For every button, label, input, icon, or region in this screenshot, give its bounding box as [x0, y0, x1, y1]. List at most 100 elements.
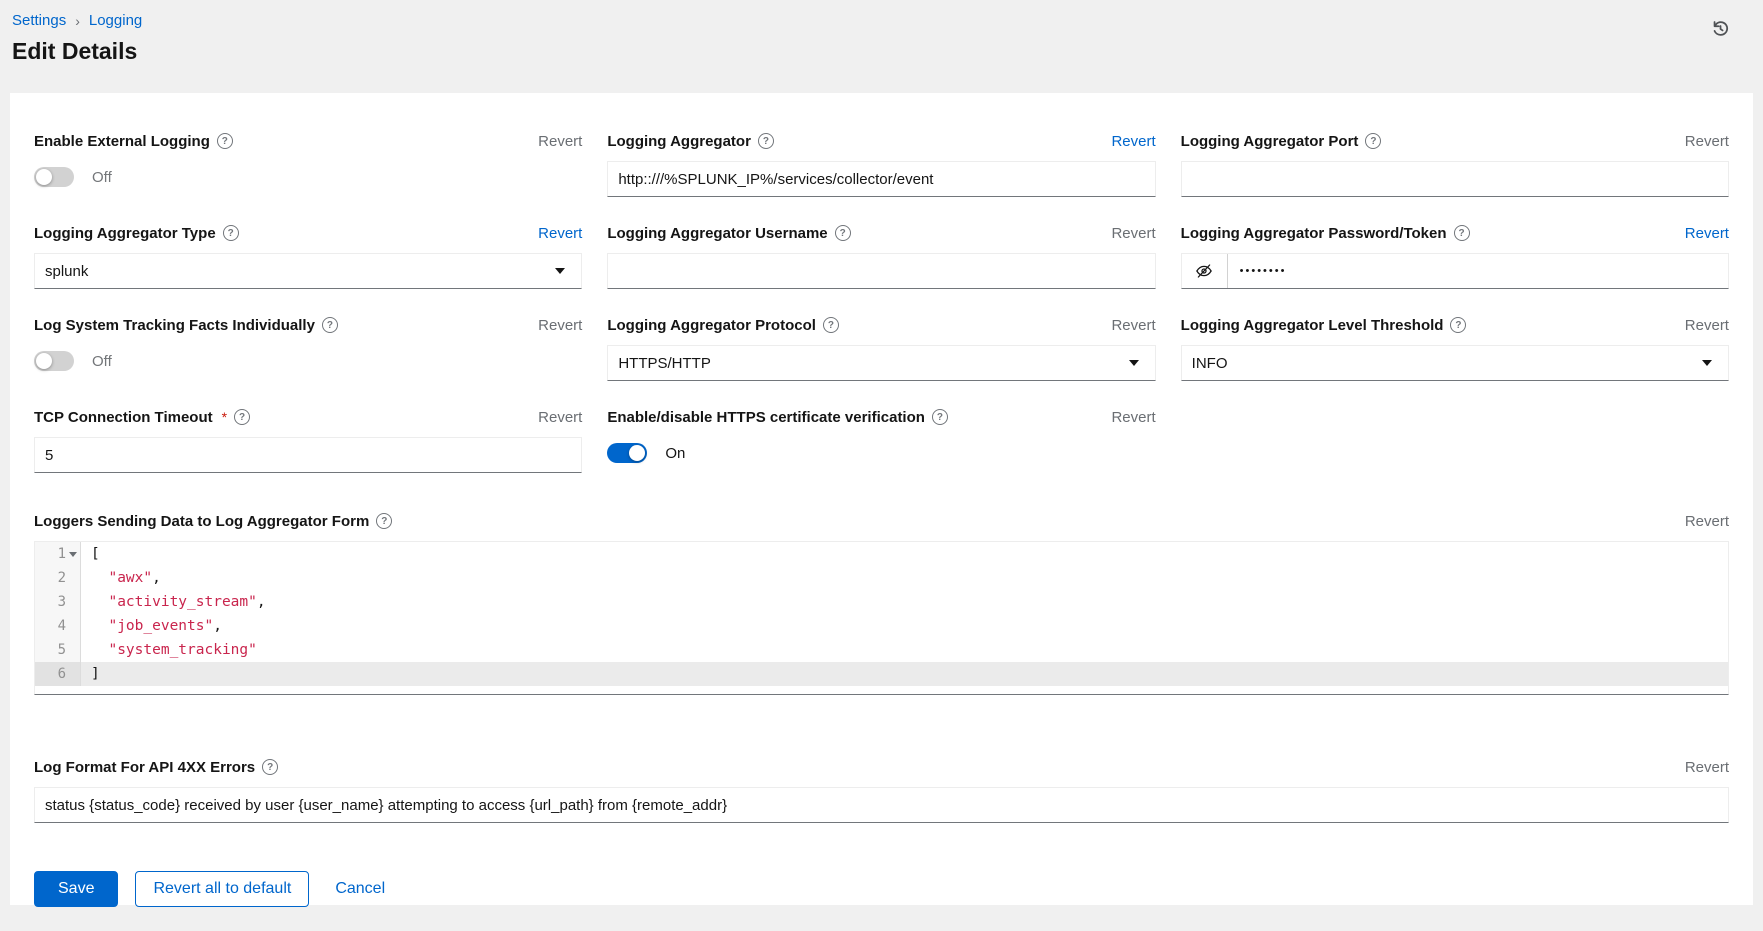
- revert-link[interactable]: Revert: [1685, 133, 1729, 150]
- help-icon[interactable]: [223, 225, 239, 241]
- field-log-format-api-4xx: Log Format For API 4XX Errors Revert: [34, 757, 1729, 823]
- toggle-state-label: On: [665, 445, 685, 462]
- toggle-state-label: Off: [92, 353, 112, 370]
- field-label: Logging Aggregator Level Threshold: [1181, 317, 1444, 334]
- toggle-state-label: Off: [92, 169, 112, 186]
- field-label: Logging Aggregator Protocol: [607, 317, 816, 334]
- revert-link[interactable]: Revert: [1685, 225, 1729, 242]
- breadcrumb-logging-link[interactable]: Logging: [89, 12, 142, 29]
- revert-link[interactable]: Revert: [1111, 409, 1155, 426]
- help-icon[interactable]: [376, 513, 392, 529]
- password-masked-value: ••••••••: [1228, 254, 1287, 288]
- field-label: Logging Aggregator Password/Token: [1181, 225, 1447, 242]
- field-logging-aggregator-level-threshold: Logging Aggregator Level Threshold Rever…: [1181, 315, 1729, 381]
- logging-aggregator-port-input[interactable]: [1181, 161, 1729, 197]
- field-label: Logging Aggregator Port: [1181, 133, 1359, 150]
- eye-slash-icon: [1195, 262, 1213, 280]
- help-icon[interactable]: [1454, 225, 1470, 241]
- help-icon[interactable]: [932, 409, 948, 425]
- toggle-knob: [36, 169, 52, 185]
- revert-all-button[interactable]: Revert all to default: [135, 871, 309, 907]
- settings-form-card: Enable External Logging Revert Off Loggi…: [10, 93, 1753, 905]
- help-icon[interactable]: [1450, 317, 1466, 333]
- revert-link[interactable]: Revert: [538, 133, 582, 150]
- field-label: Logging Aggregator Type: [34, 225, 216, 242]
- chevron-down-icon: [1702, 360, 1712, 366]
- field-label: Enable/disable HTTPS certificate verific…: [607, 409, 925, 426]
- field-log-system-tracking: Log System Tracking Facts Individually R…: [34, 315, 582, 381]
- help-icon[interactable]: [758, 133, 774, 149]
- password-reveal-button[interactable]: [1182, 254, 1228, 288]
- breadcrumb: Settings › Logging: [12, 12, 1733, 29]
- code-line: 4 "job_events",: [35, 614, 1728, 638]
- log-format-api-4xx-input[interactable]: [34, 787, 1729, 823]
- field-loggers-sending-data: Loggers Sending Data to Log Aggregator F…: [34, 511, 1729, 695]
- logging-aggregator-username-input[interactable]: [607, 253, 1155, 289]
- history-icon[interactable]: [1710, 18, 1731, 39]
- field-label: Log Format For API 4XX Errors: [34, 759, 255, 776]
- loggers-code-editor[interactable]: 1 [ 2 "awx", 3 "activity_stream", 4 "job…: [34, 541, 1729, 695]
- logging-aggregator-type-select[interactable]: splunk: [34, 253, 582, 289]
- toggle-knob: [36, 353, 52, 369]
- code-line-active: 6 ]: [35, 662, 1728, 686]
- field-label: Logging Aggregator Username: [607, 225, 827, 242]
- revert-link[interactable]: Revert: [1685, 513, 1729, 530]
- field-logging-aggregator-type: Logging Aggregator Type Revert splunk: [34, 223, 582, 289]
- select-value: splunk: [45, 263, 88, 280]
- form-grid: Enable External Logging Revert Off Loggi…: [34, 131, 1729, 473]
- field-logging-aggregator-port: Logging Aggregator Port Revert: [1181, 131, 1729, 197]
- select-value: HTTPS/HTTP: [618, 355, 711, 372]
- revert-link[interactable]: Revert: [1111, 317, 1155, 334]
- revert-link[interactable]: Revert: [538, 225, 582, 242]
- logging-aggregator-input[interactable]: [607, 161, 1155, 197]
- help-icon[interactable]: [835, 225, 851, 241]
- field-logging-aggregator-protocol: Logging Aggregator Protocol Revert HTTPS…: [607, 315, 1155, 381]
- help-icon[interactable]: [234, 409, 250, 425]
- chevron-down-icon: [555, 268, 565, 274]
- field-label: Logging Aggregator: [607, 133, 751, 150]
- logging-aggregator-level-threshold-select[interactable]: INFO: [1181, 345, 1729, 381]
- fold-caret-icon[interactable]: [69, 552, 77, 557]
- enable-external-logging-toggle[interactable]: [34, 167, 74, 187]
- logging-aggregator-password-field: ••••••••: [1181, 253, 1729, 289]
- save-button[interactable]: Save: [34, 871, 118, 907]
- field-label: Enable External Logging: [34, 133, 210, 150]
- field-logging-aggregator-username: Logging Aggregator Username Revert: [607, 223, 1155, 289]
- tcp-connection-timeout-input[interactable]: [34, 437, 582, 473]
- help-icon[interactable]: [217, 133, 233, 149]
- required-asterisk: *: [222, 409, 227, 425]
- help-icon[interactable]: [262, 759, 278, 775]
- page-header: Settings › Logging Edit Details: [0, 0, 1763, 93]
- breadcrumb-separator: ›: [75, 13, 80, 29]
- revert-link[interactable]: Revert: [1111, 133, 1155, 150]
- code-line: 2 "awx",: [35, 566, 1728, 590]
- field-logging-aggregator: Logging Aggregator Revert: [607, 131, 1155, 197]
- revert-link[interactable]: Revert: [538, 409, 582, 426]
- log-system-tracking-toggle[interactable]: [34, 351, 74, 371]
- field-label: Loggers Sending Data to Log Aggregator F…: [34, 513, 369, 530]
- code-line: 1 [: [35, 542, 1728, 566]
- help-icon[interactable]: [1365, 133, 1381, 149]
- page-title: Edit Details: [12, 38, 1733, 65]
- code-line: 5 "system_tracking": [35, 638, 1728, 662]
- revert-link[interactable]: Revert: [538, 317, 582, 334]
- chevron-down-icon: [1129, 360, 1139, 366]
- field-enable-external-logging: Enable External Logging Revert Off: [34, 131, 582, 197]
- cancel-button[interactable]: Cancel: [329, 872, 391, 906]
- help-icon[interactable]: [823, 317, 839, 333]
- revert-link[interactable]: Revert: [1685, 317, 1729, 334]
- select-value: INFO: [1192, 355, 1228, 372]
- toggle-knob: [629, 445, 645, 461]
- code-line: 3 "activity_stream",: [35, 590, 1728, 614]
- field-https-certificate-verification: Enable/disable HTTPS certificate verific…: [607, 407, 1155, 473]
- breadcrumb-settings-link[interactable]: Settings: [12, 12, 66, 29]
- field-label: Log System Tracking Facts Individually: [34, 317, 315, 334]
- https-certificate-verification-toggle[interactable]: [607, 443, 647, 463]
- field-tcp-connection-timeout: TCP Connection Timeout * Revert: [34, 407, 582, 473]
- field-logging-aggregator-password: Logging Aggregator Password/Token Revert: [1181, 223, 1729, 289]
- revert-link[interactable]: Revert: [1685, 759, 1729, 776]
- revert-link[interactable]: Revert: [1111, 225, 1155, 242]
- field-label: TCP Connection Timeout: [34, 409, 213, 426]
- help-icon[interactable]: [322, 317, 338, 333]
- logging-aggregator-protocol-select[interactable]: HTTPS/HTTP: [607, 345, 1155, 381]
